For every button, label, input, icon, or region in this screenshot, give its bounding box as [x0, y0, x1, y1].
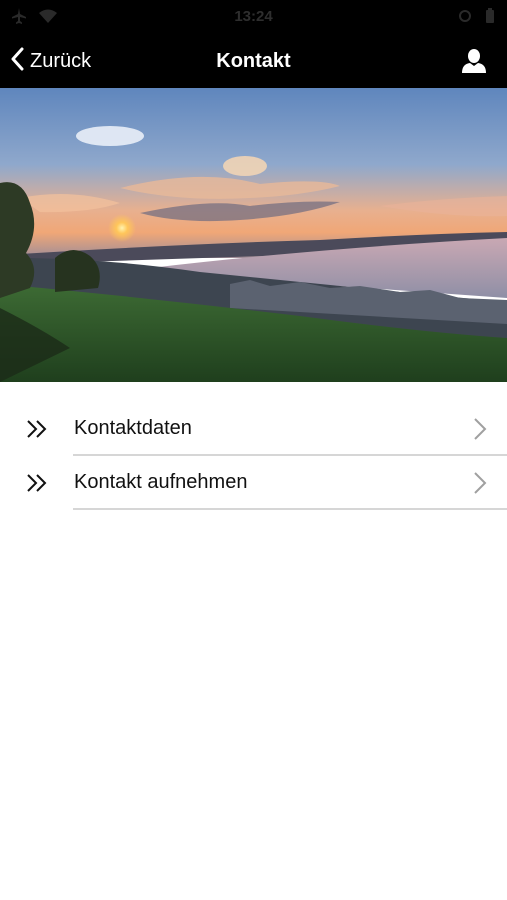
hero-image	[0, 88, 507, 382]
user-icon	[461, 49, 487, 78]
double-chevron-right-icon	[26, 473, 48, 493]
chevron-right-icon	[473, 417, 487, 441]
status-time: 13:24	[234, 8, 273, 25]
double-chevron-right-icon	[26, 419, 48, 439]
lake-sunset-photo	[0, 88, 507, 382]
status-right-icons	[459, 8, 495, 24]
status-bar: 13:24	[0, 0, 507, 34]
navigation-bar: Zurück Kontakt	[0, 34, 507, 88]
menu-item-kontakt-aufnehmen[interactable]: Kontakt aufnehmen	[0, 456, 507, 510]
menu-item-label: Kontaktdaten	[74, 417, 192, 439]
menu-list: Kontaktdaten Kontakt aufnehmen	[0, 402, 507, 510]
menu-item-kontaktdaten[interactable]: Kontaktdaten	[0, 402, 507, 456]
battery-icon	[485, 8, 495, 24]
chevron-right-icon	[473, 471, 487, 495]
alarm-icon	[459, 8, 471, 24]
back-button-label: Zurück	[30, 49, 92, 72]
divider	[73, 508, 507, 510]
profile-button[interactable]	[461, 48, 487, 74]
menu-item-label: Kontakt aufnehmen	[74, 471, 248, 493]
back-button[interactable]: Zurück	[10, 34, 91, 88]
chevron-left-icon	[10, 47, 24, 76]
